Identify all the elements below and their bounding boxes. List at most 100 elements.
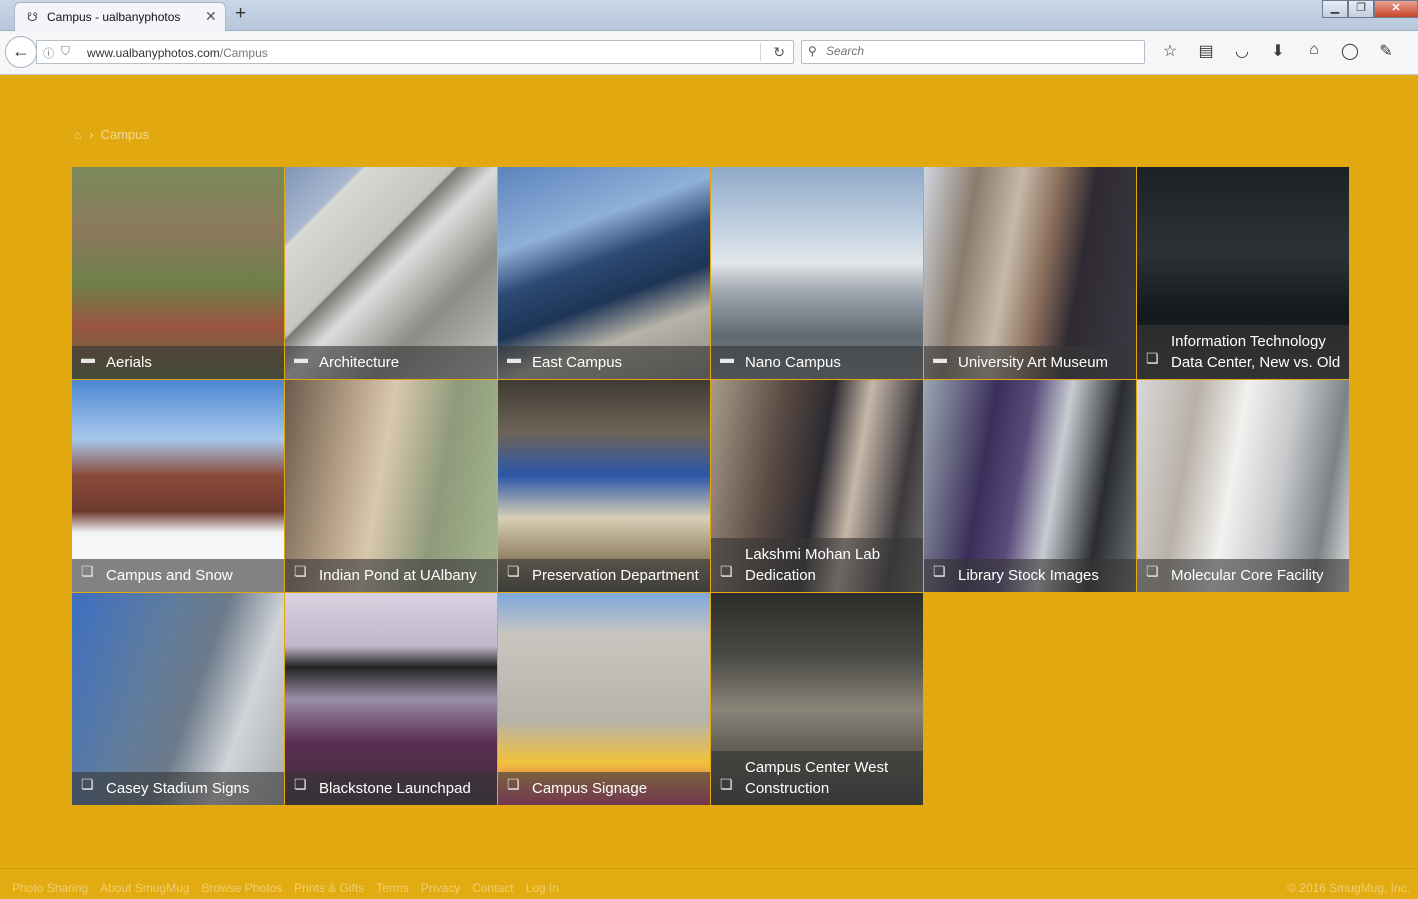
tile-label: Campus Signage	[532, 780, 648, 797]
pin-icon[interactable]: ✎	[1368, 41, 1404, 61]
footer-link[interactable]: Prints & Gifts	[294, 881, 364, 895]
minimize-button[interactable]: ▁	[1322, 0, 1348, 18]
tile-label: Campus and Snow	[106, 567, 233, 584]
gallery-icon: ❏	[720, 776, 733, 792]
footer-link[interactable]: Log In	[526, 881, 559, 895]
url-text[interactable]: www.ualbanyphotos.com/Campus	[87, 46, 268, 60]
tile-caption: ▬ Architecture	[285, 346, 497, 379]
breadcrumb-current[interactable]: Campus	[101, 127, 149, 142]
gallery-tile[interactable]: ❏ Campus Center West Construction	[711, 593, 923, 805]
browser-nav-bar: ← ⓘ ⛉ www.ualbanyphotos.com/Campus ↻ ⚲ ☆…	[0, 31, 1418, 75]
url-separator	[760, 43, 761, 61]
gallery-tile[interactable]: ❏ Campus and Snow	[72, 380, 284, 592]
tab-title: Campus - ualbanyphotos	[47, 10, 181, 24]
folder-icon: ▬	[294, 350, 308, 366]
gallery-tile[interactable]: ❏ Preservation Department	[498, 380, 710, 592]
search-icon: ⚲	[808, 44, 817, 58]
tile-caption: ❏ Information Technology Data Center, New…	[1137, 325, 1349, 379]
chevron-right-icon: ›	[89, 127, 94, 142]
gallery-tile[interactable]: ▬ East Campus	[498, 167, 710, 379]
restore-button[interactable]: ❐	[1348, 0, 1374, 18]
folder-icon: ▬	[507, 350, 521, 366]
gallery-tile[interactable]: ❏ Information Technology Data Center, New…	[1137, 167, 1349, 379]
gallery-icon: ❏	[294, 776, 307, 792]
browser-tab-bar: ☋ Campus - ualbanyphotos ✕ + ▁ ❐ ✕	[0, 0, 1418, 31]
home-icon[interactable]: ⌂	[74, 128, 81, 142]
breadcrumb: ⌂ › Campus	[74, 127, 149, 142]
tile-label: Campus Center West Construction	[745, 759, 889, 797]
gallery-icon: ❏	[294, 563, 307, 579]
page-footer: Photo Sharing About SmugMug Browse Photo…	[0, 868, 1418, 899]
folder-icon: ▬	[720, 350, 734, 366]
home-icon[interactable]: ⌂	[1296, 41, 1332, 61]
gallery-tile[interactable]: ❏ Indian Pond at UAlbany	[285, 380, 497, 592]
tile-label: Blackstone Launchpad	[319, 780, 471, 797]
footer-link[interactable]: Privacy	[421, 881, 460, 895]
tile-caption: ❏ Casey Stadium Signs	[72, 772, 284, 805]
url-path: /Campus	[219, 46, 268, 60]
gallery-icon: ❏	[1146, 350, 1159, 366]
bookmark-star-icon[interactable]: ☆	[1152, 41, 1188, 61]
copyright-text: © 2016 SmugMug, Inc.	[1287, 881, 1410, 895]
tile-caption: ❏ Campus Center West Construction	[711, 751, 923, 805]
gallery-tile[interactable]: ❏ Molecular Core Facility	[1137, 380, 1349, 592]
browser-tab[interactable]: ☋ Campus - ualbanyphotos ✕	[14, 2, 226, 31]
chat-icon[interactable]: ◯	[1332, 41, 1368, 61]
footer-link[interactable]: Terms	[376, 881, 409, 895]
tile-label: Indian Pond at UAlbany	[319, 567, 477, 584]
tile-label: Nano Campus	[745, 354, 841, 371]
gallery-tile[interactable]: ▬ Architecture	[285, 167, 497, 379]
gallery-tile[interactable]: ▬ University Art Museum	[924, 167, 1136, 379]
tile-caption: ❏ Preservation Department	[498, 559, 710, 592]
menu-icon[interactable]: ≡	[1404, 41, 1418, 61]
tile-caption: ❏ Blackstone Launchpad	[285, 772, 497, 805]
site-favicon-icon: ☋	[27, 10, 38, 24]
tile-label: University Art Museum	[958, 354, 1109, 371]
tile-caption: ❏ Molecular Core Facility	[1137, 559, 1349, 592]
footer-link[interactable]: About SmugMug	[100, 881, 189, 895]
pocket-icon[interactable]: ◡	[1224, 41, 1260, 61]
reading-list-icon[interactable]: ▤	[1188, 41, 1224, 61]
gallery-tile[interactable]: ❏ Lakshmi Mohan Lab Dedication	[711, 380, 923, 592]
gallery-tile[interactable]: ▬ Nano Campus	[711, 167, 923, 379]
info-icon[interactable]: ⓘ	[43, 45, 54, 61]
gallery-icon: ❏	[720, 563, 733, 579]
tile-label: Aerials	[106, 354, 152, 371]
browser-toolbar: ☆ ▤ ◡ ⬇ ⌂ ◯ ✎ ≡	[1152, 41, 1418, 61]
address-bar[interactable]: ⓘ ⛉ www.ualbanyphotos.com/Campus ↻	[36, 40, 794, 64]
reload-icon[interactable]: ↻	[773, 44, 785, 61]
gallery-tile[interactable]: ❏ Blackstone Launchpad	[285, 593, 497, 805]
tile-label: Information Technology Data Center, New …	[1171, 333, 1341, 371]
tile-caption: ▬ East Campus	[498, 346, 710, 379]
tab-close-icon[interactable]: ✕	[205, 8, 217, 25]
close-window-button[interactable]: ✕	[1374, 0, 1418, 18]
tile-caption: ▬ Nano Campus	[711, 346, 923, 379]
gallery-tile[interactable]: ❏ Library Stock Images	[924, 380, 1136, 592]
tile-caption: ❏ Campus Signage	[498, 772, 710, 805]
gallery-icon: ❏	[81, 776, 94, 792]
gallery-tile[interactable]: ❏ Campus Signage	[498, 593, 710, 805]
gallery-icon: ❏	[507, 776, 520, 792]
tile-label: Lakshmi Mohan Lab Dedication	[745, 546, 881, 584]
tile-caption: ❏ Indian Pond at UAlbany	[285, 559, 497, 592]
tile-label: Library Stock Images	[958, 567, 1099, 584]
gallery-tile[interactable]: ▬ Aerials	[72, 167, 284, 379]
tile-label: Preservation Department	[532, 567, 699, 584]
search-bar[interactable]: ⚲	[801, 40, 1145, 64]
new-tab-button[interactable]: +	[235, 3, 246, 25]
shield-icon[interactable]: ⛉	[61, 44, 70, 59]
gallery-icon: ❏	[507, 563, 520, 579]
footer-link[interactable]: Contact	[472, 881, 513, 895]
url-domain: www.ualbanyphotos.com	[87, 46, 220, 60]
tile-caption: ❏ Library Stock Images	[924, 559, 1136, 592]
folder-icon: ▬	[933, 350, 947, 366]
back-button[interactable]: ←	[5, 36, 37, 68]
search-input[interactable]	[826, 44, 1126, 58]
footer-link[interactable]: Browse Photos	[201, 881, 282, 895]
footer-link[interactable]: Photo Sharing	[12, 881, 88, 895]
download-icon[interactable]: ⬇	[1260, 41, 1296, 61]
tile-caption: ❏ Campus and Snow	[72, 559, 284, 592]
gallery-tile[interactable]: ❏ Casey Stadium Signs	[72, 593, 284, 805]
tile-label: Molecular Core Facility	[1171, 567, 1324, 584]
tile-caption: ▬ Aerials	[72, 346, 284, 379]
